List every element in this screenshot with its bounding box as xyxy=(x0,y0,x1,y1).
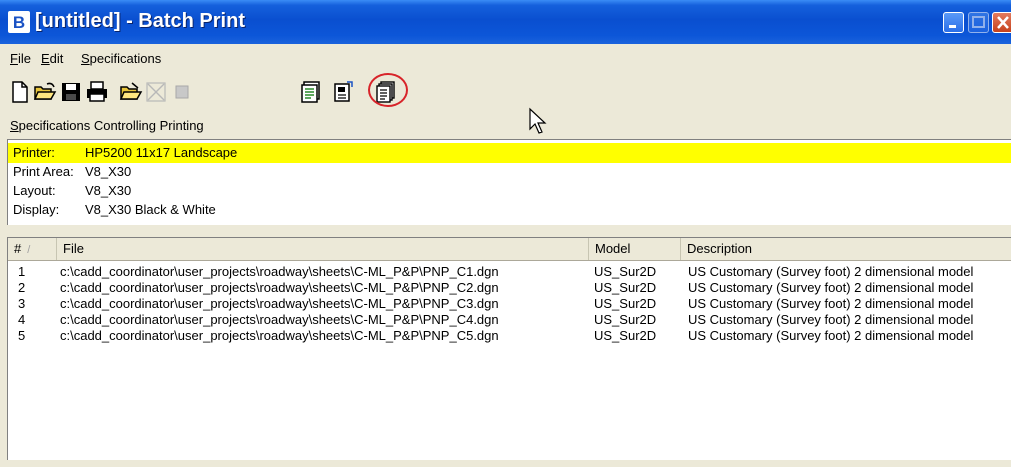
properties-icon xyxy=(334,81,353,102)
column-header-number[interactable]: # / xyxy=(8,238,57,260)
close-button[interactable] xyxy=(992,12,1011,33)
properties-button[interactable] xyxy=(330,79,356,105)
save-button[interactable] xyxy=(58,79,84,105)
row-number: 1 xyxy=(18,264,26,279)
row-description: US Customary (Survey foot) 2 dimensional… xyxy=(688,264,974,279)
column-header-model[interactable]: Model xyxy=(589,238,681,260)
print-icon xyxy=(87,81,107,102)
row-model: US_Sur2D xyxy=(594,264,657,279)
disabled-button xyxy=(169,79,195,105)
delete-icon xyxy=(146,82,166,102)
specifications-section-label: Specifications Controlling Printing xyxy=(10,118,204,133)
spec-row-layout[interactable]: Layout: V8_X30 xyxy=(8,181,1011,201)
sort-indicator-icon: / xyxy=(27,244,31,256)
delete-button xyxy=(143,79,169,105)
row-description: US Customary (Survey foot) 2 dimensional… xyxy=(688,328,974,343)
spec-value: V8_X30 Black & White xyxy=(85,202,216,217)
minimize-button[interactable] xyxy=(943,12,964,33)
spec-key: Display: xyxy=(13,202,60,217)
row-file: c:\cadd_coordinator\user_projects\roadwa… xyxy=(60,296,499,311)
mouse-cursor-icon xyxy=(529,107,547,134)
row-model: US_Sur2D xyxy=(594,328,657,343)
menu-file[interactable]: File xyxy=(10,51,31,66)
window-title: [untitled] - Batch Print xyxy=(35,10,245,32)
maximize-icon xyxy=(972,16,985,28)
spec-row-display[interactable]: Display: V8_X30 Black & White xyxy=(8,200,1011,220)
open-specification-icon xyxy=(119,82,143,100)
close-icon xyxy=(997,16,1009,29)
menu-specifications[interactable]: Specifications xyxy=(81,51,161,66)
column-label: Model xyxy=(595,241,631,256)
row-number: 3 xyxy=(18,296,26,311)
table-row[interactable]: 3 c:\cadd_coordinator\user_projects\road… xyxy=(8,296,1011,312)
window-bottom-edge xyxy=(0,460,1011,467)
table-row[interactable]: 5 c:\cadd_coordinator\user_projects\road… xyxy=(8,328,1011,344)
file-list-header: # / File Model Description xyxy=(8,238,1011,261)
row-number: 2 xyxy=(18,280,26,295)
spec-key: Print Area: xyxy=(13,164,74,179)
column-header-description[interactable]: Description xyxy=(681,238,1011,260)
new-document-icon xyxy=(12,81,28,103)
open-folder-icon xyxy=(33,82,57,100)
title-bar[interactable]: B [untitled] - Batch Print xyxy=(0,0,1011,44)
specifications-panel: Printer: HP5200 11x17 Landscape Print Ar… xyxy=(7,139,1011,225)
minimize-icon xyxy=(949,25,956,28)
print-preview-icon xyxy=(301,81,320,103)
row-description: US Customary (Survey foot) 2 dimensional… xyxy=(688,312,974,327)
table-row[interactable]: 4 c:\cadd_coordinator\user_projects\road… xyxy=(8,312,1011,328)
row-file: c:\cadd_coordinator\user_projects\roadwa… xyxy=(60,312,499,327)
spec-key: Layout: xyxy=(13,183,56,198)
column-label: # xyxy=(14,241,22,256)
file-list: # / File Model Description 1 c:\cadd_coor… xyxy=(7,237,1011,460)
spec-value: V8_X30 xyxy=(85,164,132,179)
spec-row-printer[interactable]: Printer: HP5200 11x17 Landscape xyxy=(8,143,1011,163)
row-model: US_Sur2D xyxy=(594,312,657,327)
spec-value: HP5200 11x17 Landscape xyxy=(85,145,238,160)
column-label: Description xyxy=(687,241,753,256)
new-button[interactable] xyxy=(7,79,33,105)
batch-print-app-icon: B xyxy=(8,11,30,33)
svg-text:B: B xyxy=(13,13,25,32)
batch-print-window: B [untitled] - Batch Print File Edit Spe… xyxy=(0,0,1011,467)
row-number: 5 xyxy=(18,328,26,343)
spec-row-print-area[interactable]: Print Area: V8_X30 xyxy=(8,162,1011,182)
menu-edit-accel: E xyxy=(41,51,50,66)
row-description: US Customary (Survey foot) 2 dimensional… xyxy=(688,280,974,295)
disabled-square-icon xyxy=(175,85,189,99)
row-file: c:\cadd_coordinator\user_projects\roadwa… xyxy=(60,328,499,343)
row-number: 4 xyxy=(18,312,26,327)
table-row[interactable]: 1 c:\cadd_coordinator\user_projects\road… xyxy=(8,264,1011,280)
column-header-file[interactable]: File xyxy=(57,238,589,260)
spec-value: V8_X30 xyxy=(85,183,132,198)
row-file: c:\cadd_coordinator\user_projects\roadwa… xyxy=(60,280,499,295)
open-specification-button[interactable] xyxy=(118,79,144,105)
highlight-circle-annotation xyxy=(368,73,408,107)
menu-edit-rest: dit xyxy=(49,51,64,66)
menu-file-rest: ile xyxy=(17,51,31,66)
row-model: US_Sur2D xyxy=(594,280,657,295)
menu-edit[interactable]: Edit xyxy=(41,51,63,66)
menu-bar: File Edit Specifications xyxy=(0,48,1011,70)
menu-file-accel: F xyxy=(10,51,18,66)
maximize-button xyxy=(968,12,989,33)
specifications-label-rest: pecifications Controlling Printing xyxy=(18,118,204,133)
row-description: US Customary (Survey foot) 2 dimensional… xyxy=(688,296,974,311)
row-model: US_Sur2D xyxy=(594,296,657,311)
specifications-label-accel: S xyxy=(10,118,19,133)
print-preview-button[interactable] xyxy=(298,79,324,105)
row-file: c:\cadd_coordinator\user_projects\roadwa… xyxy=(60,264,499,279)
print-button[interactable] xyxy=(84,79,110,105)
toolbar xyxy=(0,76,1011,110)
save-icon xyxy=(62,83,80,101)
open-button[interactable] xyxy=(32,79,58,105)
menu-specifications-accel: S xyxy=(81,51,90,66)
column-label: File xyxy=(63,241,84,256)
table-row[interactable]: 2 c:\cadd_coordinator\user_projects\road… xyxy=(8,280,1011,296)
spec-key: Printer: xyxy=(13,145,55,160)
menu-specifications-rest: pecifications xyxy=(89,51,162,66)
